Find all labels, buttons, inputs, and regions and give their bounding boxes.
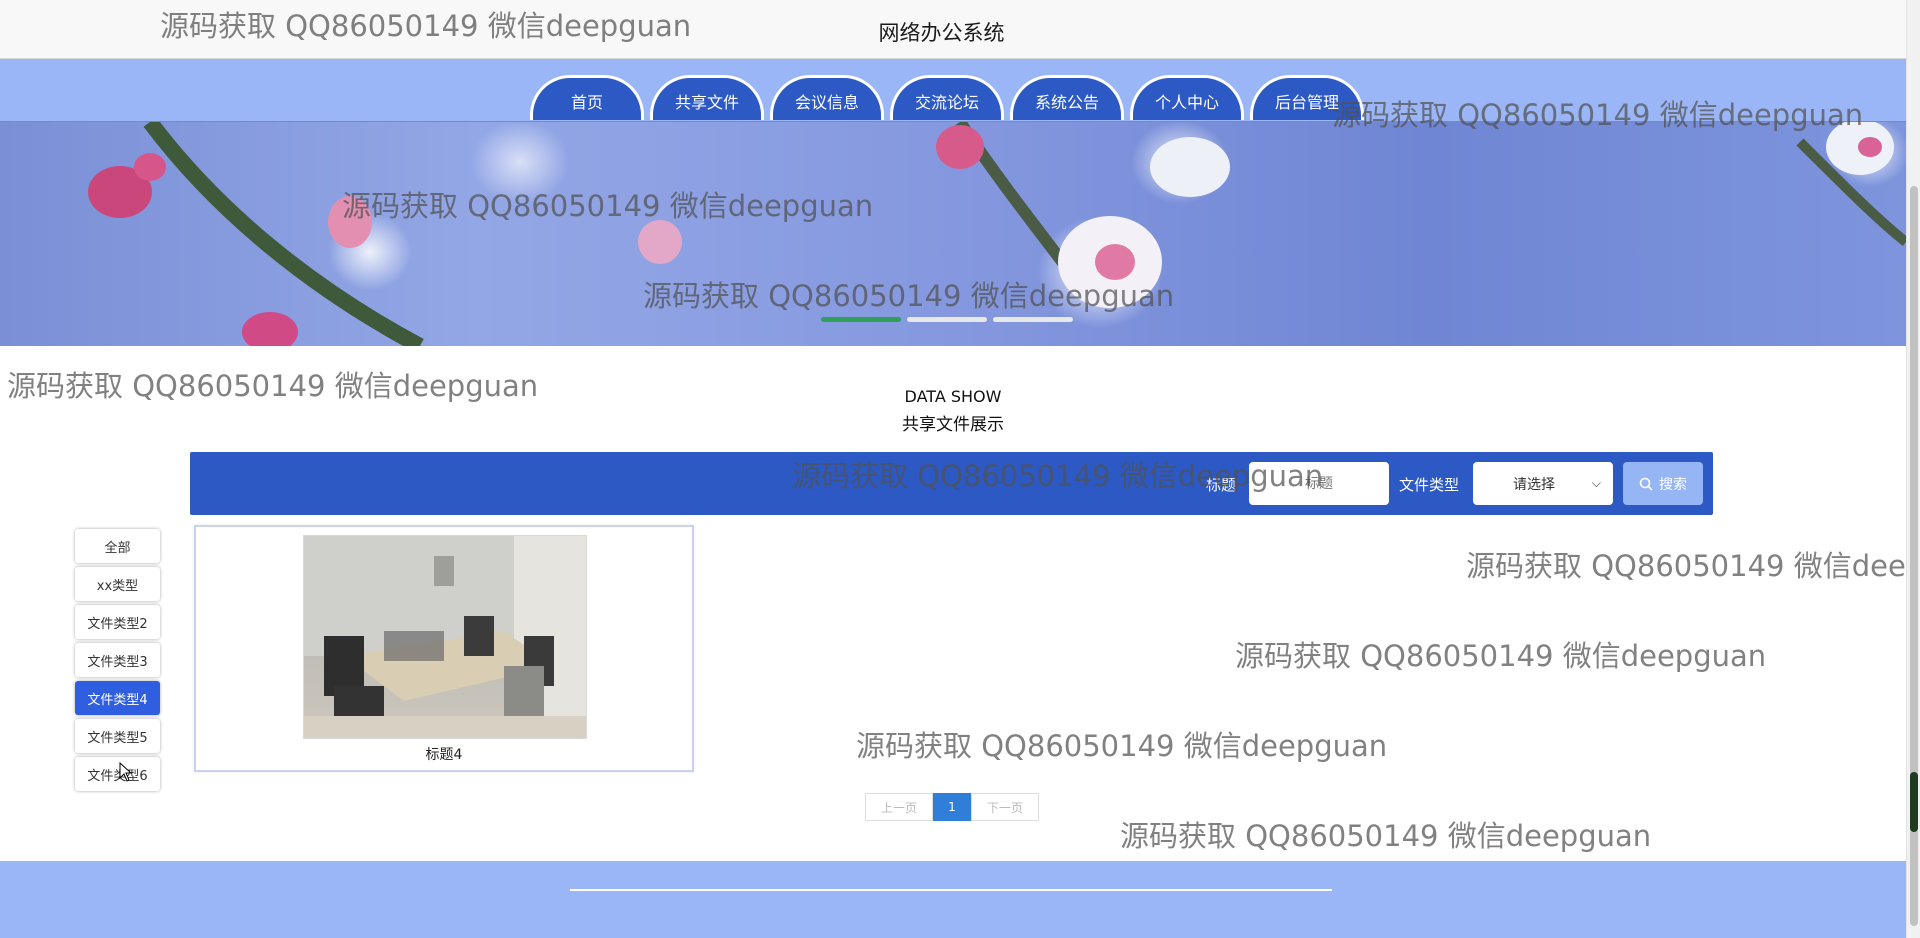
carousel-dot[interactable] (993, 317, 1073, 322)
category-file-type-4[interactable]: 文件类型4 (75, 681, 160, 715)
watermark-text: 源码获取 QQ86050149 微信deepguan (856, 729, 1388, 763)
category-file-type-5[interactable]: 文件类型5 (75, 719, 160, 753)
file-card[interactable]: 标题4 (194, 525, 694, 772)
footer-divider (570, 889, 1332, 891)
category-list: 全部 xx类型 文件类型2 文件类型3 文件类型4 文件类型5 文件类型6 (75, 529, 160, 791)
banner-image (88, 122, 1906, 346)
main-nav: 首页 共享文件 会议信息 交流论坛 系统公告 个人中心 后台管理 (530, 75, 1364, 120)
chevron-down-icon: ⌵ (1591, 476, 1601, 490)
next-page-button[interactable]: 下一页 (971, 793, 1039, 821)
carousel-dot[interactable] (907, 317, 987, 322)
search-icon (1639, 477, 1653, 491)
search-button[interactable]: 搜索 (1623, 462, 1703, 505)
category-file-type-3[interactable]: 文件类型3 (75, 643, 160, 677)
file-card-title: 标题4 (425, 747, 463, 763)
scrollbar-indicator (1910, 772, 1918, 832)
category-all[interactable]: 全部 (75, 529, 160, 563)
watermark-text: 源码获取 QQ86050149 微信deepguan (1235, 639, 1767, 673)
footer (0, 861, 1906, 938)
title-search-input[interactable] (1249, 462, 1389, 505)
carousel-dot[interactable] (821, 317, 901, 322)
file-type-select-value: 请选择 (1513, 476, 1555, 493)
page-scrollbar[interactable] (1906, 0, 1920, 938)
watermark-text: 源码获取 QQ86050149 微信deepguan (1120, 819, 1652, 853)
office-desk-image (304, 536, 586, 738)
nav-item-forum[interactable]: 交流论坛 (890, 75, 1004, 120)
file-type-label: 文件类型 (1399, 476, 1460, 494)
carousel-indicators (821, 317, 1073, 322)
title-filter-label: 标题 (1206, 476, 1237, 494)
nav-item-admin[interactable]: 后台管理 (1250, 75, 1364, 120)
file-type-select[interactable]: 请选择 ⌵ (1473, 462, 1613, 505)
current-page-button[interactable]: 1 (933, 793, 971, 821)
nav-item-personal-center[interactable]: 个人中心 (1130, 75, 1244, 120)
file-card-image (303, 535, 587, 739)
category-file-type-2[interactable]: 文件类型2 (75, 605, 160, 639)
mouse-pointer-icon (119, 762, 133, 782)
nav-item-home[interactable]: 首页 (530, 75, 644, 120)
nav-item-shared-files[interactable]: 共享文件 (650, 75, 764, 120)
nav-item-announcements[interactable]: 系统公告 (1010, 75, 1124, 120)
banner-carousel[interactable] (0, 122, 1906, 346)
watermark-text: 源码获取 QQ86050149 微信deepguan (1466, 549, 1906, 583)
top-bar: 网络办公系统 (0, 0, 1906, 59)
search-button-label: 搜索 (1659, 476, 1687, 493)
category-file-type-6[interactable]: 文件类型6 (75, 757, 160, 791)
nav-item-meetings[interactable]: 会议信息 (770, 75, 884, 120)
section-subtitle: DATA SHOW (904, 387, 1002, 406)
site-title: 网络办公系统 (878, 21, 1005, 45)
pagination: 上一页 1 下一页 (865, 793, 1039, 821)
section-title: 共享文件展示 (902, 415, 1004, 435)
category-xx-type[interactable]: xx类型 (75, 567, 160, 601)
prev-page-button[interactable]: 上一页 (865, 793, 933, 821)
